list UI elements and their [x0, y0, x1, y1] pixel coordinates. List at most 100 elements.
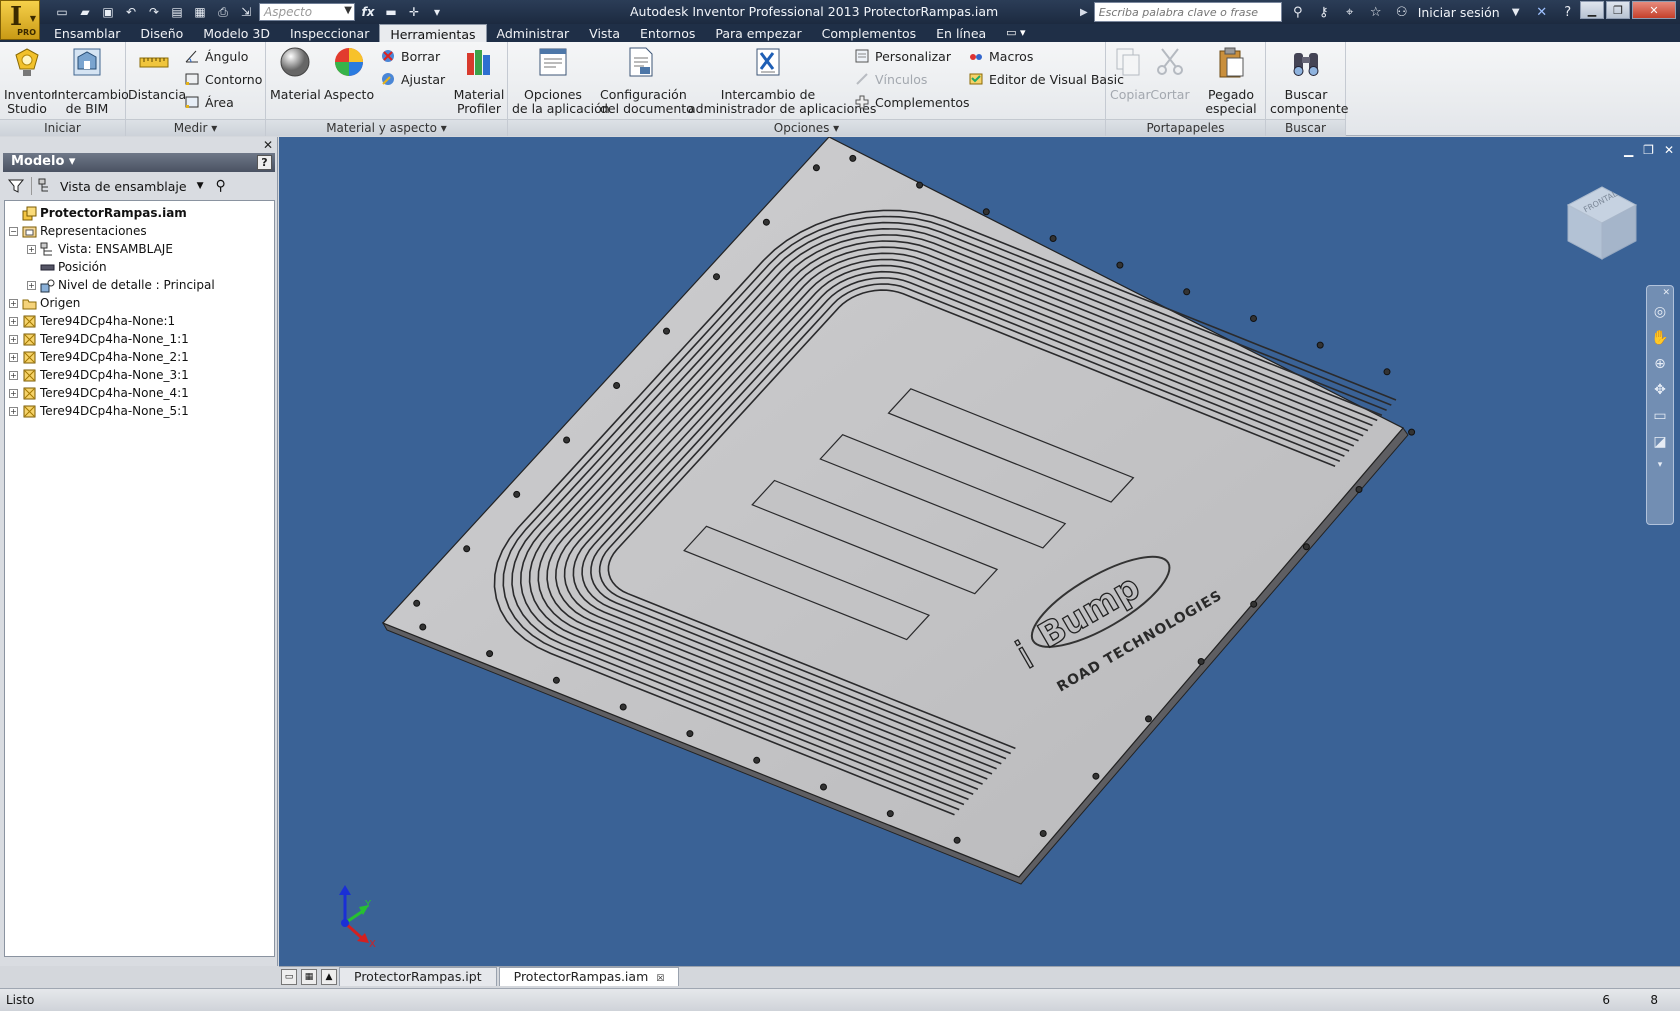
expand-icon[interactable]: +	[9, 352, 18, 362]
steering-wheel-icon[interactable]: ◎	[1650, 304, 1670, 324]
complementos-button[interactable]: Complementos	[854, 92, 970, 112]
tab-inspeccionar[interactable]: Inspeccionar	[280, 24, 379, 42]
print-icon[interactable]: ⎙	[213, 3, 233, 21]
customize-qat-icon[interactable]: ▾	[427, 3, 447, 21]
new-file-icon[interactable]: ▭	[52, 3, 72, 21]
ajustar-button[interactable]: Ajustar	[380, 69, 445, 89]
graphics-viewport[interactable]: i Bump ROAD TECHNOLOGIES ▁ ❐ ✕ FRONTAL ✕…	[279, 137, 1680, 966]
tree-node[interactable]: − Representaciones	[5, 222, 274, 240]
tab-herramientas[interactable]: Herramientas	[379, 24, 487, 42]
ribbon-display-toggle-icon[interactable]: ▭ ▾	[996, 24, 1035, 42]
area-button[interactable]: Área	[184, 92, 234, 112]
look-at-icon[interactable]: ▭	[1650, 408, 1670, 428]
expand-icon[interactable]: +	[9, 388, 18, 398]
borrar-button[interactable]: Borrar	[380, 46, 440, 66]
expand-icon[interactable]: +	[9, 334, 18, 344]
tree-node[interactable]: + Tere94DCp4ha-None_5:1	[5, 402, 274, 420]
search-expand-icon[interactable]: ▶	[1080, 7, 1088, 18]
orbit-icon[interactable]: ✥	[1650, 382, 1670, 402]
open-documents-menu-icon[interactable]: ▲	[321, 969, 337, 985]
application-menu-button[interactable]: I ▼ PRO	[0, 0, 40, 40]
help-icon[interactable]: ?	[257, 155, 272, 170]
open-folder-icon[interactable]: ▰	[75, 3, 95, 21]
expand-icon[interactable]: +	[9, 406, 18, 416]
close-icon[interactable]: ✕	[1650, 288, 1670, 298]
pegado-especial-button[interactable]: Pegado especial	[1200, 45, 1262, 116]
key-icon[interactable]: ⚷	[1314, 5, 1334, 20]
tree-node[interactable]: + Origen	[5, 294, 274, 312]
aspecto-button[interactable]: Aspecto	[324, 45, 374, 102]
expand-icon[interactable]: +	[27, 280, 36, 290]
help-icon[interactable]: ?	[1558, 5, 1578, 20]
satellite-icon[interactable]: ⌖	[1340, 5, 1360, 20]
save-icon[interactable]: ▣	[98, 3, 118, 21]
undo-icon[interactable]: ↶	[121, 3, 141, 21]
chevron-down-icon[interactable]: ▼	[1506, 7, 1526, 18]
update-icon[interactable]: ▤	[167, 3, 187, 21]
rebuild-icon[interactable]: ▦	[190, 3, 210, 21]
tree-node[interactable]: ProtectorRampas.iam	[5, 204, 274, 222]
doc-tab-iam[interactable]: ProtectorRampas.iam ☒	[498, 967, 680, 986]
chevron-down-icon[interactable]: ▼	[197, 181, 204, 191]
intercambio-administrador-button[interactable]: Intercambio de administrador de aplicaci…	[688, 45, 876, 116]
ramp-protector-model[interactable]: i Bump ROAD TECHNOLOGIES	[279, 137, 1680, 966]
select-tool-icon[interactable]: ⇲	[236, 3, 256, 21]
inventor-studio-button[interactable]: Inventor Studio	[4, 45, 56, 116]
tab-para-empezar[interactable]: Para empezar	[705, 24, 811, 42]
tab-diseno[interactable]: Diseño	[130, 24, 193, 42]
contorno-button[interactable]: Contorno	[184, 69, 262, 89]
material-button[interactable]: Material	[270, 45, 321, 102]
bim-exchange-button[interactable]: Intercambio de BIM	[54, 45, 129, 116]
close-icon[interactable]: ✕	[263, 138, 273, 152]
personalizar-button[interactable]: Personalizar	[854, 46, 951, 66]
redo-icon[interactable]: ↷	[144, 3, 164, 21]
tab-modelo-3d[interactable]: Modelo 3D	[193, 24, 280, 42]
tab-complementos[interactable]: Complementos	[812, 24, 927, 42]
configuracion-documento-button[interactable]: Configuración del documento	[600, 45, 694, 116]
doc-tab-ipt[interactable]: ProtectorRampas.ipt	[339, 967, 497, 986]
tab-en-linea[interactable]: En línea	[926, 24, 996, 42]
binoculars-icon[interactable]: ⚲	[216, 178, 226, 194]
tree-node[interactable]: + Tere94DCp4ha-None_4:1	[5, 384, 274, 402]
view-selector[interactable]: Vista de ensamblaje	[60, 179, 187, 194]
material-profiler-button[interactable]: Material Profiler	[452, 45, 506, 116]
restore-button[interactable]: ❐	[1606, 1, 1630, 19]
viewcube[interactable]: FRONTAL	[1558, 175, 1644, 261]
minimize-button[interactable]: ▁	[1580, 1, 1604, 19]
signin-button[interactable]: Iniciar sesión	[1418, 5, 1500, 20]
expand-icon[interactable]: +	[9, 316, 18, 326]
tile-layout-icon[interactable]: ▦	[301, 969, 317, 985]
vba-editor-button[interactable]: Editor de Visual Basic	[968, 69, 1124, 89]
close-icon[interactable]: ✕	[1664, 143, 1674, 157]
expand-icon[interactable]: +	[9, 298, 18, 308]
collapse-icon[interactable]: −	[9, 226, 18, 236]
filter-icon[interactable]	[7, 177, 25, 195]
formula-icon[interactable]: fx	[358, 3, 378, 21]
chevron-down-icon[interactable]: ▾	[1650, 460, 1670, 480]
pan-hand-icon[interactable]: ✋	[1650, 330, 1670, 350]
tree-node[interactable]: Posición	[5, 258, 274, 276]
tree-node[interactable]: + Tere94DCp4ha-None_1:1	[5, 330, 274, 348]
tab-entornos[interactable]: Entornos	[630, 24, 705, 42]
tree-node[interactable]: + Vista: ENSAMBLAJE	[5, 240, 274, 258]
tab-vista[interactable]: Vista	[579, 24, 630, 42]
restore-icon[interactable]: ❐	[1643, 143, 1654, 157]
search-input[interactable]	[1093, 2, 1282, 22]
expand-icon[interactable]: +	[27, 244, 36, 254]
appearance-select[interactable]: Aspecto ▼	[259, 3, 355, 21]
tree-node[interactable]: + Tere94DCp4ha-None_2:1	[5, 348, 274, 366]
cascade-layout-icon[interactable]: ▭	[281, 969, 297, 985]
favorites-star-icon[interactable]: ☆	[1366, 5, 1386, 20]
minimize-icon[interactable]: ▁	[1624, 143, 1633, 157]
zoom-icon[interactable]: ⊕	[1650, 356, 1670, 376]
view-face-icon[interactable]: ◪	[1650, 434, 1670, 454]
close-button[interactable]: ✕	[1632, 1, 1676, 19]
tree-node[interactable]: + Nivel de detalle : Principal	[5, 276, 274, 294]
exchange-apps-icon[interactable]: ✕	[1532, 5, 1552, 20]
buscar-componente-button[interactable]: Buscar componente	[1270, 45, 1348, 116]
binoculars-icon[interactable]: ⚲	[1288, 5, 1308, 20]
tree-node[interactable]: + Tere94DCp4ha-None_3:1	[5, 366, 274, 384]
angulo-button[interactable]: Ángulo	[184, 46, 248, 66]
color-override-icon[interactable]: ▬	[381, 3, 401, 21]
browser-header[interactable]: Modelo ▾ ?	[3, 153, 275, 172]
